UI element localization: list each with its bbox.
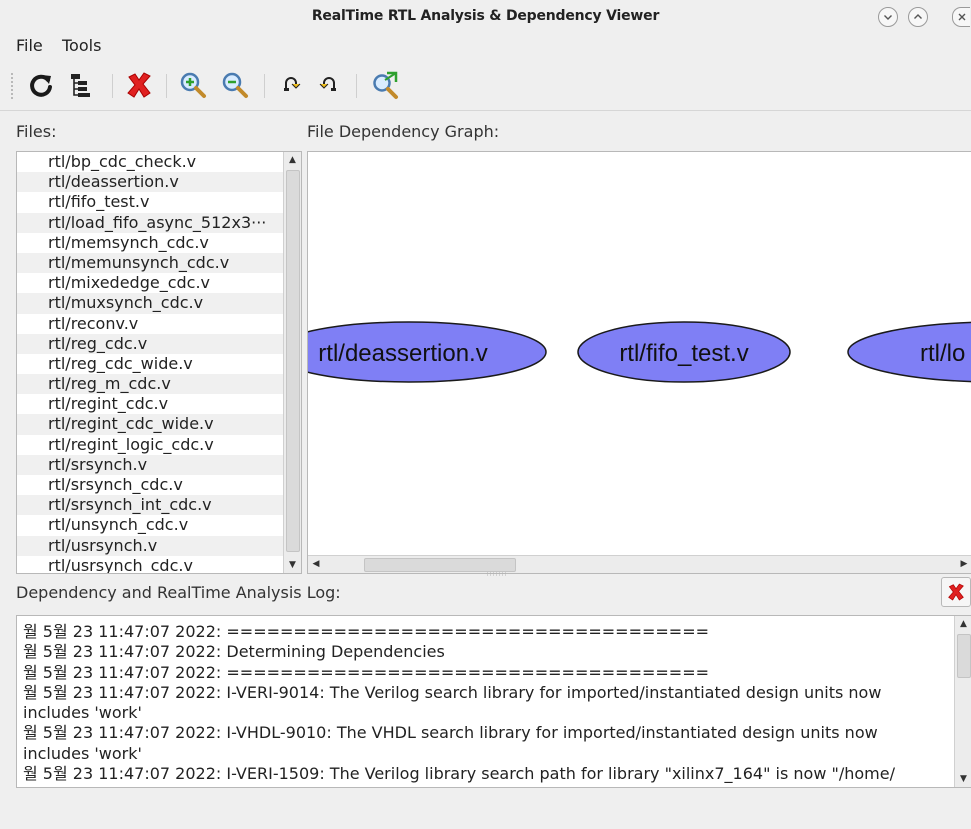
maximize-button[interactable] (908, 7, 928, 27)
graph-node-load-fifo[interactable]: rtl/lo (847, 321, 971, 383)
zoom-in-icon (180, 72, 206, 98)
minimize-button[interactable] (878, 7, 898, 27)
files-label: Files: (16, 122, 57, 141)
file-list-item[interactable]: rtl/mixededge_cdc.v (17, 273, 283, 293)
graph-horizontal-scrollbar[interactable]: ◀ ▶ (308, 555, 971, 573)
file-list-item[interactable]: rtl/reconv.v (17, 314, 283, 334)
close-icon (958, 13, 966, 21)
zoom-out-button[interactable] (218, 68, 252, 102)
clear-log-button[interactable] (941, 577, 971, 607)
file-list-item[interactable]: rtl/usrsynch.v (17, 535, 283, 556)
file-list-item[interactable]: rtl/deassertion.v (17, 172, 283, 193)
file-list-item[interactable]: rtl/regint_cdc.v (17, 394, 283, 414)
file-list-item[interactable]: rtl/memsynch_cdc.v (17, 233, 283, 253)
hierarchy-icon (71, 74, 90, 97)
files-vertical-scrollbar[interactable]: ▲ ▼ (283, 152, 301, 573)
log-text: 월 5월 23 11:47:07 2022: =================… (23, 622, 941, 784)
window-title: RealTime RTL Analysis & Dependency Viewe… (311, 8, 660, 24)
menu-tools-label: Tools (62, 36, 102, 55)
refresh-icon (30, 74, 52, 97)
chevron-down-icon (884, 15, 892, 20)
file-list-item[interactable]: rtl/reg_m_cdc.v (17, 374, 283, 395)
menu-tools[interactable]: Tools (62, 36, 101, 55)
file-list-item[interactable]: rtl/unsynch_cdc.v (17, 515, 283, 535)
scroll-down-icon[interactable]: ▼ (955, 771, 971, 787)
log-line: 월 5월 23 11:47:07 2022: =================… (23, 662, 710, 682)
file-list-item[interactable]: rtl/srsynch_cdc.v (17, 475, 283, 495)
file-list-item[interactable]: rtl/usrsynch_cdc.v (17, 556, 283, 573)
scroll-down-icon[interactable]: ▼ (284, 557, 301, 573)
file-list[interactable]: rtl/bp_cdc_check.v rtl/deassertion.v rtl/f… (17, 152, 283, 573)
log-line: 월 5월 23 11:47:07 2022: I-VERI-9014: The … (23, 682, 882, 723)
graph-scroll-thumb[interactable] (364, 558, 516, 572)
refresh-button[interactable] (24, 68, 58, 102)
file-list-item[interactable]: rtl/bp_cdc_check.v (17, 152, 283, 172)
graph-label: File Dependency Graph: (307, 122, 500, 141)
file-list-item[interactable]: rtl/regint_cdc_wide.v (17, 414, 283, 435)
scroll-up-icon[interactable]: ▲ (284, 152, 301, 168)
menu-bar: File Tools (0, 34, 971, 58)
zoom-fit-button[interactable] (368, 68, 402, 102)
zoom-out-icon (222, 72, 248, 98)
toolbar (0, 60, 971, 111)
close-button[interactable] (952, 7, 970, 27)
file-list-item[interactable]: rtl/srsynch.v (17, 454, 283, 475)
redo-button[interactable] (274, 68, 308, 102)
files-list-panel[interactable]: rtl/bp_cdc_check.v rtl/deassertion.v rtl/f… (16, 151, 302, 574)
chevron-up-icon (914, 14, 922, 19)
file-list-item[interactable]: rtl/srsynch_int_cdc.v (17, 495, 283, 516)
file-list-item[interactable]: rtl/reg_cdc_wide.v (17, 354, 283, 374)
log-label: Dependency and RealTime Analysis Log: (16, 583, 341, 602)
panel-splitter[interactable] (486, 572, 506, 576)
delete-button[interactable] (122, 68, 156, 102)
file-list-item[interactable]: rtl/memunsynch_cdc.v (17, 252, 283, 274)
menu-file[interactable]: File (16, 36, 43, 55)
log-line: 월 5월 23 11:47:07 2022: =================… (23, 622, 710, 641)
title-bar: RealTime RTL Analysis & Dependency Viewe… (0, 0, 971, 34)
file-list-item[interactable]: rtl/muxsynch_cdc.v (17, 293, 283, 314)
log-line: 월 5월 23 11:47:07 2022: I-VERI-1509: The … (23, 764, 895, 784)
dependency-graph-panel[interactable]: rtl/deassertion.v rtl/fifo_test.v rtl/lo… (307, 151, 971, 574)
graph-node-fifo-test[interactable]: rtl/fifo_test.v (577, 321, 791, 383)
toolbar-grip[interactable] (10, 72, 14, 100)
graph-node-label: rtl/fifo_test.v (619, 340, 748, 367)
scroll-up-icon[interactable]: ▲ (955, 616, 971, 632)
scroll-right-icon[interactable]: ▶ (956, 556, 971, 573)
file-list-item[interactable]: rtl/load_fifo_async_512x3··· (17, 212, 283, 233)
undo-button[interactable] (312, 68, 346, 102)
log-scroll-thumb[interactable] (957, 634, 971, 678)
menu-file-label: File (16, 36, 43, 55)
log-line: 월 5월 23 11:47:07 2022: Determining Depen… (23, 642, 445, 662)
red-x-icon (127, 72, 151, 98)
log-vertical-scrollbar[interactable]: ▲ ▼ (954, 616, 971, 787)
dependency-graph[interactable]: rtl/deassertion.v rtl/fifo_test.v rtl/lo (308, 152, 971, 555)
scroll-left-icon[interactable]: ◀ (308, 556, 324, 573)
red-x-icon (948, 583, 964, 601)
zoom-fit-icon (373, 71, 398, 99)
graph-node-deassertion[interactable]: rtl/deassertion.v (308, 321, 547, 383)
file-list-item[interactable]: rtl/regint_logic_cdc.v (17, 435, 283, 455)
files-scroll-thumb[interactable] (286, 170, 300, 552)
analysis-log-panel[interactable]: 월 5월 23 11:47:07 2022: =================… (16, 615, 971, 788)
log-line: 월 5월 23 11:47:07 2022: I-VHDL-9010: The … (23, 723, 878, 763)
zoom-in-button[interactable] (176, 68, 210, 102)
redo-icon (284, 77, 301, 91)
graph-node-label: rtl/deassertion.v (318, 340, 487, 367)
file-list-item[interactable]: rtl/fifo_test.v (17, 192, 283, 212)
graph-node-label: rtl/lo (920, 340, 965, 367)
hierarchy-button[interactable] (64, 68, 98, 102)
file-list-item[interactable]: rtl/reg_cdc.v (17, 333, 283, 354)
undo-icon (319, 77, 336, 91)
